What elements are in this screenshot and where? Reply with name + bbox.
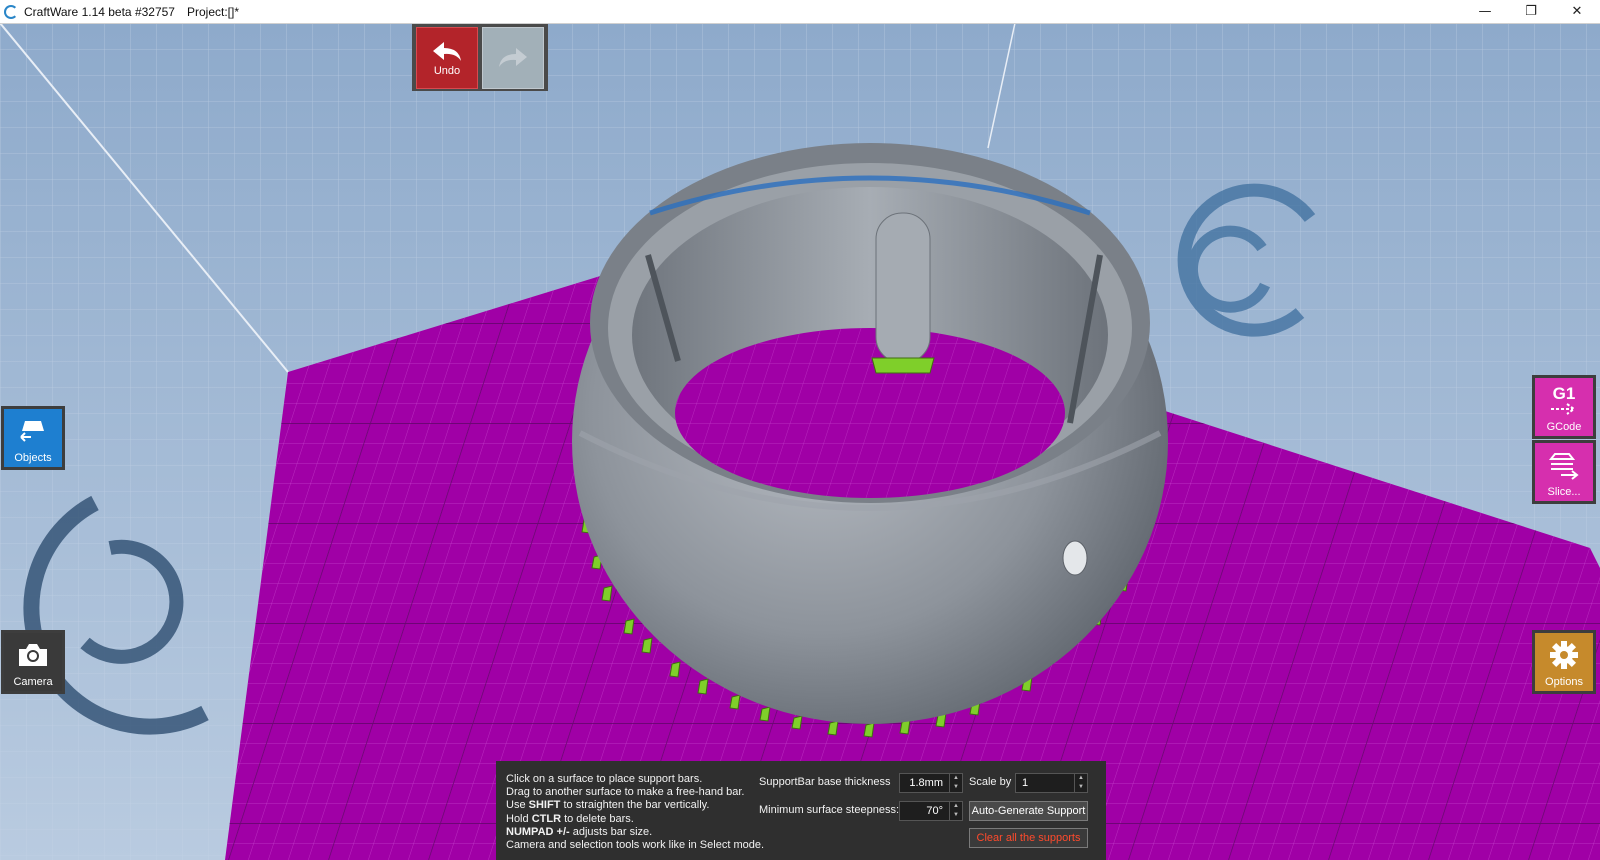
slice-label: Slice...: [1547, 486, 1581, 498]
slice-layers-icon: [1548, 452, 1579, 480]
objects-button[interactable]: Objects: [1, 406, 65, 470]
gcode-button[interactable]: G1 GCode: [1532, 375, 1596, 439]
undo-label: Undo: [433, 65, 461, 77]
scale-label: Scale by: [969, 776, 1012, 788]
window-title: CraftWare 1.14 beta #32757: [24, 4, 175, 19]
support-help-text: Click on a surface to place support bars…: [506, 773, 765, 852]
stepper-up-icon[interactable]: ▲: [950, 802, 962, 811]
base-thickness-value[interactable]: 1.8mm: [900, 777, 949, 789]
options-button[interactable]: Options: [1532, 630, 1596, 694]
camera-icon: [19, 643, 47, 666]
scale-value[interactable]: 1: [1016, 777, 1074, 789]
clear-supports-button[interactable]: Clear all the supports: [969, 828, 1088, 848]
3d-viewport[interactable]: [0, 23, 1600, 860]
support-tool-panel: Click on a surface to place support bars…: [496, 761, 1106, 860]
auto-generate-support-button[interactable]: Auto-Generate Support: [969, 801, 1088, 821]
help-line: Click on a surface to place support bars…: [506, 773, 703, 785]
restore-button[interactable]: ❐: [1508, 0, 1554, 23]
3d-model-body[interactable]: [572, 143, 1168, 724]
steepness-value[interactable]: 70°: [900, 805, 949, 817]
options-label: Options: [1545, 676, 1583, 688]
undo-redo-toolbar: Undo: [412, 23, 548, 91]
redo-button[interactable]: [482, 27, 544, 89]
camera-button[interactable]: Camera: [1, 630, 65, 694]
help-line: Hold CTLR to delete bars.: [506, 812, 634, 825]
help-line: Use SHIFT to straighten the bar vertical…: [506, 799, 710, 812]
stepper-arrows[interactable]: ▲ ▼: [1074, 774, 1087, 792]
objects-icon: [20, 420, 44, 442]
craftware-logo-icon: [4, 4, 18, 19]
help-line: Drag to another surface to make a free-h…: [506, 786, 745, 799]
steepness-label: Minimum surface steepness:: [759, 804, 899, 816]
stepper-up-icon[interactable]: ▲: [950, 774, 962, 783]
title-bar: CraftWare 1.14 beta #32757 Project:[]* —…: [0, 0, 1600, 24]
gear-icon: [1550, 640, 1578, 669]
gcode-label: GCode: [1546, 421, 1582, 433]
scene-canvas[interactable]: [0, 23, 1600, 860]
stepper-down-icon[interactable]: ▼: [950, 783, 962, 792]
scale-stepper[interactable]: 1 ▲ ▼: [1015, 773, 1088, 793]
redo-arrow-icon: [499, 48, 527, 67]
slice-button[interactable]: Slice...: [1532, 440, 1596, 504]
project-name: Project:[]*: [186, 4, 240, 19]
arrow-right-icon: [1551, 402, 1576, 415]
stepper-arrows[interactable]: ▲ ▼: [949, 802, 962, 820]
camera-label: Camera: [13, 676, 53, 688]
objects-label: Objects: [14, 452, 52, 464]
minimize-button[interactable]: —: [1462, 0, 1508, 23]
stepper-up-icon[interactable]: ▲: [1075, 774, 1087, 783]
base-thickness-label: SupportBar base thickness: [759, 776, 891, 788]
close-button[interactable]: ✕: [1554, 0, 1600, 23]
support-controls: SupportBar base thickness 1.8mm ▲ ▼ Scale…: [759, 773, 1096, 852]
undo-arrow-icon: [433, 42, 461, 61]
stepper-down-icon[interactable]: ▼: [950, 811, 962, 820]
help-line: NUMPAD +/- adjusts bar size.: [506, 825, 653, 838]
window-controls: — ❐ ✕: [1462, 0, 1600, 23]
base-thickness-stepper[interactable]: 1.8mm ▲ ▼: [899, 773, 963, 793]
steepness-stepper[interactable]: 70° ▲ ▼: [899, 801, 963, 821]
gcode-g1-text: G1: [1552, 383, 1576, 403]
stepper-down-icon[interactable]: ▼: [1075, 783, 1087, 792]
undo-button[interactable]: Undo: [416, 27, 478, 89]
help-line: Camera and selection tools work like in …: [506, 839, 765, 852]
stepper-arrows[interactable]: ▲ ▼: [949, 774, 962, 792]
